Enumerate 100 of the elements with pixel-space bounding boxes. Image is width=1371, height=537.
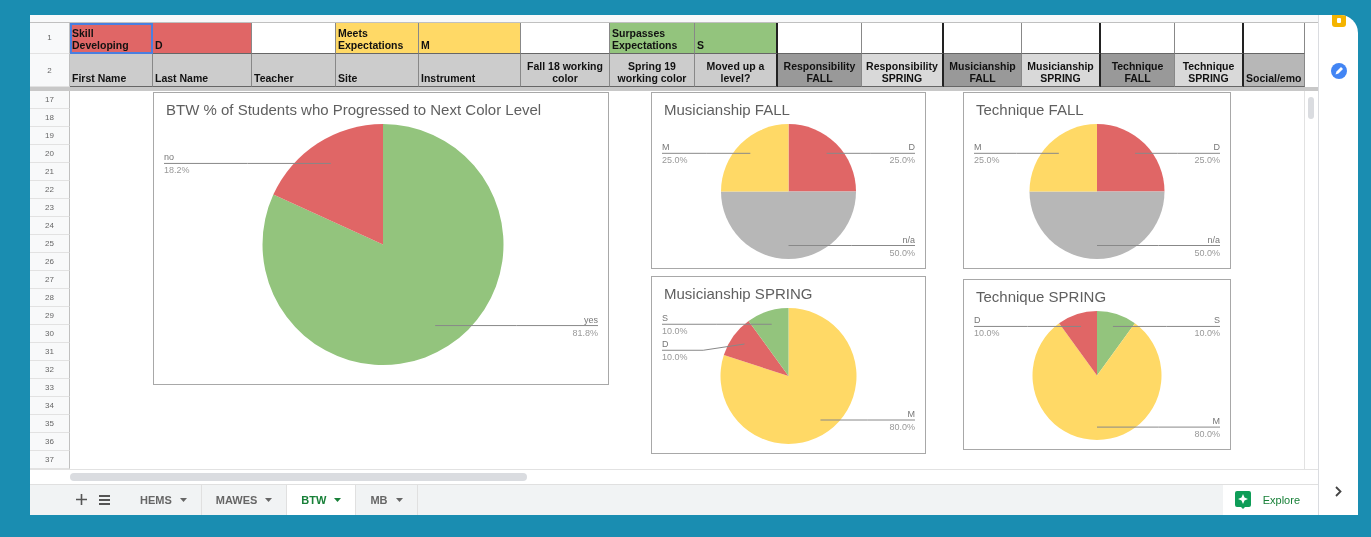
header-cell[interactable]: Site xyxy=(336,54,419,88)
caret-icon xyxy=(395,497,403,502)
slice-label: D xyxy=(908,142,915,153)
chart-title: BTW % of Students who Progressed to Next Color Level xyxy=(165,100,543,119)
slice-percent: 80.0% xyxy=(1194,429,1220,440)
slice-percent: 25.0% xyxy=(889,155,915,166)
row-number: 26 xyxy=(30,253,70,272)
slice-label: S xyxy=(1214,315,1220,326)
header-cell[interactable] xyxy=(778,22,862,55)
header-cell[interactable] xyxy=(1022,22,1101,55)
row-number: 22 xyxy=(30,181,70,200)
chart-title: Technique SPRING xyxy=(975,287,1108,306)
header-cell[interactable]: Skill Developing xyxy=(70,22,153,55)
explore-icon xyxy=(1234,490,1251,509)
header-cell[interactable]: Technique SPRING xyxy=(1175,54,1244,88)
slice-label: M xyxy=(1212,416,1220,427)
slice-percent: 80.0% xyxy=(889,422,915,433)
sheet-tab[interactable]: MB xyxy=(356,484,418,515)
slice-label: n/a xyxy=(1207,234,1220,245)
slice-percent: 25.0% xyxy=(974,155,1000,166)
menu-icon xyxy=(99,494,110,505)
slice-percent: 25.0% xyxy=(1194,155,1220,166)
explore-button[interactable]: Explore xyxy=(1222,484,1318,515)
slice-label: D xyxy=(1213,142,1220,153)
chart-title: Technique FALL xyxy=(975,100,1085,119)
row-number: 37 xyxy=(30,451,70,470)
slice-percent: 50.0% xyxy=(889,247,915,258)
row-number: 34 xyxy=(30,397,70,416)
row-number: 18 xyxy=(30,109,70,128)
header-cell[interactable]: Surpasses Expectations xyxy=(610,22,695,55)
header-cell[interactable]: Meets Expectations xyxy=(336,22,419,55)
row-number: 29 xyxy=(30,307,70,326)
row-number: 17 xyxy=(30,91,70,110)
header-cell[interactable]: Spring 19 working color xyxy=(610,54,695,88)
row-number: 23 xyxy=(30,199,70,218)
plus-icon xyxy=(76,494,87,506)
header-cell[interactable]: Musicianship SPRING xyxy=(1022,54,1101,88)
row-number: 27 xyxy=(30,271,70,290)
pencil-icon[interactable] xyxy=(1330,63,1347,79)
row-number: 33 xyxy=(30,379,70,398)
chevron-right-icon[interactable] xyxy=(1335,486,1342,497)
slice-label: yes xyxy=(584,314,598,325)
row-number: 30 xyxy=(30,325,70,344)
header-cell[interactable]: First Name xyxy=(70,54,153,88)
sheet-tab[interactable]: HEMS xyxy=(126,484,202,515)
horizontal-scrollbar[interactable] xyxy=(70,472,527,481)
slice-label: D xyxy=(974,315,981,326)
slice-percent: 10.0% xyxy=(974,328,1000,339)
header-cell[interactable]: Moved up a level? xyxy=(695,54,778,88)
header-cell[interactable]: S xyxy=(695,22,778,55)
slice-percent: 10.0% xyxy=(662,326,688,337)
header-cell[interactable] xyxy=(1101,22,1175,55)
header-cell[interactable]: Instrument xyxy=(419,54,521,88)
header-cell[interactable]: Last Name xyxy=(153,54,252,88)
sheet-tab[interactable]: BTW xyxy=(287,484,357,515)
header-cell[interactable]: M xyxy=(419,22,521,55)
header-cell[interactable] xyxy=(521,22,610,55)
row-number: 21 xyxy=(30,163,70,182)
slice-label: n/a xyxy=(902,234,915,245)
slice-label: M xyxy=(907,409,915,420)
chart-title: Musicianship FALL xyxy=(663,100,791,119)
slice-label: M xyxy=(974,142,982,153)
slice-label: D xyxy=(662,339,669,350)
caret-icon xyxy=(179,497,187,502)
header-cell[interactable]: Responsibility FALL xyxy=(778,54,862,88)
header-cell[interactable] xyxy=(252,22,336,55)
header-cell[interactable] xyxy=(1244,22,1305,55)
caret-icon xyxy=(334,497,342,502)
slice-percent: 81.8% xyxy=(572,327,598,338)
row-number: 2 xyxy=(30,54,70,88)
header-cell[interactable] xyxy=(862,22,944,55)
row-number: 19 xyxy=(30,127,70,146)
row-number: 31 xyxy=(30,343,70,362)
slice-percent: 50.0% xyxy=(1194,247,1220,258)
header-cell[interactable]: Responsibility SPRING xyxy=(862,54,944,88)
caret-icon xyxy=(265,497,273,502)
header-cell[interactable]: D xyxy=(153,22,252,55)
header-cell[interactable]: Teacher xyxy=(252,54,336,88)
row-number: 25 xyxy=(30,235,70,254)
row-number: 24 xyxy=(30,217,70,236)
header-cell[interactable] xyxy=(944,22,1022,55)
header-cell[interactable]: Social/emo xyxy=(1244,54,1305,88)
header-cell[interactable]: Musicianship FALL xyxy=(944,54,1022,88)
row-number: 28 xyxy=(30,289,70,308)
row-number: 1 xyxy=(30,22,70,55)
header-cell[interactable] xyxy=(1175,22,1244,55)
row-number: 32 xyxy=(30,361,70,380)
chart-title: Musicianship SPRING xyxy=(663,284,814,303)
row-number: 36 xyxy=(30,433,70,452)
row-number: 20 xyxy=(30,145,70,164)
slice-label: S xyxy=(662,313,668,324)
header-cell[interactable]: Technique FALL xyxy=(1101,54,1175,88)
slice-percent: 25.0% xyxy=(662,155,688,166)
slice-percent: 10.0% xyxy=(1194,328,1220,339)
slice-label: no xyxy=(164,152,174,163)
row-number: 35 xyxy=(30,415,70,434)
header-cell[interactable]: Fall 18 working color xyxy=(521,54,610,88)
slice-label: M xyxy=(662,142,670,153)
slice-percent: 10.0% xyxy=(662,352,688,363)
slice-percent: 18.2% xyxy=(164,165,190,176)
